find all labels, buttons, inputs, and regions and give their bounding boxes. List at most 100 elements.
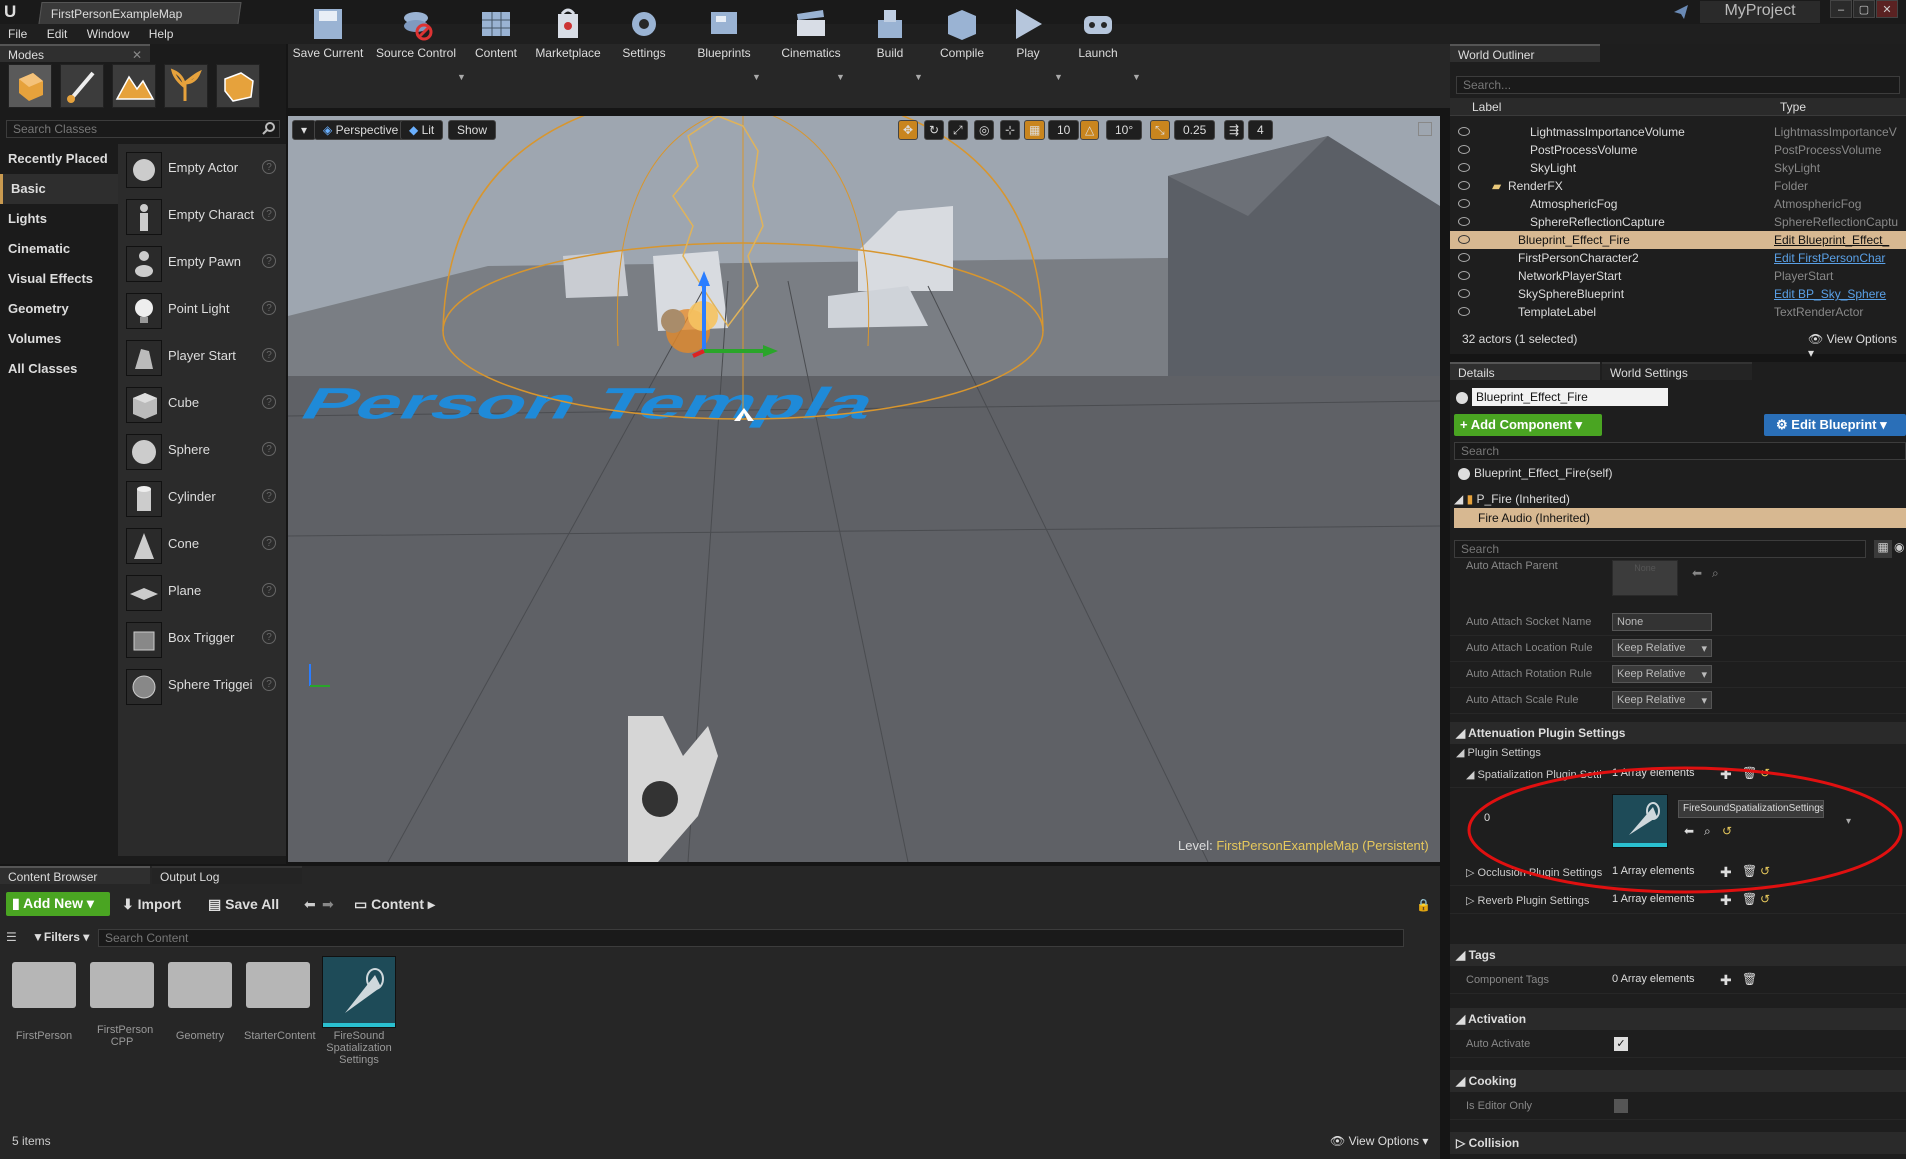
perspective-button[interactable]: ◈ Perspective — [314, 120, 408, 140]
minimize-icon[interactable]: – — [1830, 0, 1852, 18]
help-icon[interactable]: ? — [262, 489, 276, 503]
placeable-sphere[interactable]: Sphere? — [124, 430, 280, 474]
help-icon[interactable]: ? — [262, 348, 276, 362]
camera-speed-value[interactable]: 4 — [1248, 120, 1273, 140]
tags-section[interactable]: ◢ Tags — [1450, 944, 1906, 966]
import-button[interactable]: ⬇ Import — [122, 896, 181, 913]
column-type[interactable]: Type — [1780, 100, 1806, 114]
attenuation-plugin-section[interactable]: ◢ Attenuation Plugin Settings — [1450, 722, 1906, 744]
placeable-empty-actor[interactable]: Empty Actor? — [124, 148, 280, 192]
category-volumes[interactable]: Volumes — [0, 324, 118, 354]
eye-icon[interactable] — [1458, 163, 1470, 172]
placeable-empty-pawn[interactable]: Empty Pawn? — [124, 242, 280, 286]
category-basic[interactable]: Basic — [0, 174, 118, 204]
placeable-sphere-trigger[interactable]: Sphere Triggei? — [124, 665, 280, 709]
outliner-row[interactable]: SphereReflectionCapture SphereReflectionC… — [1450, 213, 1906, 231]
maximize-viewport-icon[interactable] — [1418, 122, 1432, 136]
dropdown-arrow-icon[interactable]: ▼ — [914, 72, 923, 82]
help-icon[interactable]: ? — [262, 160, 276, 174]
eye-icon[interactable] — [1458, 271, 1470, 280]
lit-button[interactable]: ◆ Lit — [400, 120, 444, 140]
lock-icon[interactable]: 🔒 — [1416, 898, 1431, 912]
eye-icon[interactable] — [1458, 145, 1470, 154]
socket-name-field[interactable]: None — [1612, 613, 1712, 631]
menu-file[interactable]: File — [0, 24, 35, 44]
components-search-input[interactable]: Search — [1454, 442, 1906, 460]
scale-rule-dropdown[interactable]: Keep Relative ▾ — [1612, 691, 1712, 709]
details-search-input[interactable]: Search — [1454, 540, 1866, 558]
category-geometry[interactable]: Geometry — [0, 294, 118, 324]
foliage-mode-icon[interactable] — [164, 64, 208, 108]
camera-speed-icon[interactable]: ⇶ — [1224, 120, 1245, 140]
play-button[interactable]: Play — [1000, 4, 1056, 64]
show-button[interactable]: Show — [448, 120, 497, 140]
translate-icon[interactable]: ✥ — [898, 120, 919, 140]
grid-size-value[interactable]: 10 — [1048, 120, 1080, 140]
folder-starter-content[interactable]: StarterContent — [244, 962, 316, 1062]
surface-snap-icon[interactable]: ⊹ — [1000, 120, 1021, 140]
folder-first-person-cpp[interactable]: FirstPerson CPP — [88, 962, 156, 1062]
cinematics-button[interactable]: Cinematics — [768, 4, 854, 64]
dropdown-arrow-icon[interactable]: ▼ — [752, 72, 761, 82]
placeable-plane[interactable]: Plane? — [124, 571, 280, 615]
place-mode-icon[interactable] — [8, 64, 52, 108]
eye-icon[interactable] — [1458, 181, 1470, 190]
save-current-button[interactable]: Save Current — [290, 4, 366, 64]
dropdown-arrow-icon[interactable]: ▼ — [1054, 72, 1063, 82]
auto-activate-checkbox[interactable]: ✓ — [1614, 1037, 1628, 1051]
property-matrix-icon[interactable]: ▦ — [1874, 540, 1892, 558]
output-log-tab[interactable]: Output Log — [152, 866, 302, 884]
placeable-empty-character[interactable]: Empty Charact? — [124, 195, 280, 239]
help-icon[interactable]: ? — [262, 536, 276, 550]
landscape-mode-icon[interactable] — [112, 64, 156, 108]
help-icon[interactable]: ? — [262, 442, 276, 456]
edit-blueprint-button[interactable]: ⚙ Edit Blueprint ▾ — [1764, 414, 1906, 436]
help-icon[interactable]: ? — [262, 630, 276, 644]
outliner-row[interactable]: AtmosphericFog AtmosphericFog — [1450, 195, 1906, 213]
placeable-box-trigger[interactable]: Box Trigger? — [124, 618, 280, 662]
dropdown-arrow-icon[interactable]: ▼ — [457, 72, 466, 82]
eye-icon[interactable] — [1458, 127, 1470, 136]
grid-snap-icon[interactable]: ▦ — [1024, 120, 1046, 140]
blueprints-button[interactable]: Blueprints — [686, 4, 762, 64]
rotation-snap-value[interactable]: 10° — [1106, 120, 1143, 140]
row-type[interactable]: Edit BP_Sky_Sphere — [1774, 287, 1902, 301]
location-rule-dropdown[interactable]: Keep Relative ▾ — [1612, 639, 1712, 657]
rotation-snap-icon[interactable]: △ — [1080, 120, 1100, 140]
browse-icon[interactable]: ⌕ — [1712, 566, 1719, 581]
modes-tab[interactable]: Modes ✕ — [0, 44, 150, 62]
add-new-button[interactable]: ▮ Add New ▾ — [6, 892, 110, 916]
add-component-button[interactable]: + Add Component ▾ — [1454, 414, 1602, 436]
outliner-row-selected[interactable]: Blueprint_Effect_Fire Edit Blueprint_Effe… — [1450, 231, 1906, 249]
p-fire-component-row[interactable]: ◢ ▮ P_Fire (Inherited) — [1454, 492, 1570, 506]
placeable-cylinder[interactable]: Cylinder? — [124, 477, 280, 521]
geometry-mode-icon[interactable] — [216, 64, 260, 108]
dropdown-arrow-icon[interactable]: ▼ — [836, 72, 845, 82]
add-element-icon[interactable]: ✚ — [1720, 972, 1732, 989]
paint-mode-icon[interactable] — [60, 64, 104, 108]
self-component-row[interactable]: Blueprint_Effect_Fire(self) — [1474, 466, 1613, 480]
fire-audio-component-row[interactable]: Fire Audio (Inherited) — [1454, 508, 1906, 528]
eye-icon[interactable] — [1458, 289, 1470, 298]
content-path[interactable]: ▭ Content ▸ — [354, 896, 435, 913]
cooking-section[interactable]: ◢ Cooking — [1450, 1070, 1906, 1092]
category-lights[interactable]: Lights — [0, 204, 118, 234]
menu-edit[interactable]: Edit — [39, 24, 76, 44]
source-control-icon[interactable] — [1672, 3, 1690, 21]
level-viewport[interactable]: st Person Templa ▾ ◈ Perspective ◆ Lit S… — [288, 116, 1440, 862]
help-icon[interactable]: ? — [262, 395, 276, 409]
activation-section[interactable]: ◢ Activation — [1450, 1008, 1906, 1030]
help-icon[interactable]: ? — [262, 254, 276, 268]
row-type[interactable]: Edit Blueprint_Effect_ — [1774, 233, 1902, 247]
settings-button[interactable]: Settings — [612, 4, 676, 64]
content-browser-tab[interactable]: Content Browser — [0, 866, 150, 884]
filters-button[interactable]: ▼Filters ▾ — [32, 930, 89, 944]
build-button[interactable]: Build — [862, 4, 918, 64]
world-settings-tab[interactable]: World Settings — [1602, 362, 1752, 380]
outliner-row[interactable]: PostProcessVolume PostProcessVolume — [1450, 141, 1906, 159]
back-icon[interactable]: ⬅ — [304, 896, 316, 913]
scale-snap-value[interactable]: 0.25 — [1174, 120, 1216, 140]
category-recently-placed[interactable]: Recently Placed — [0, 144, 118, 174]
viewport-options-button[interactable]: ▾ — [292, 120, 317, 140]
editor-only-checkbox[interactable] — [1614, 1099, 1628, 1113]
